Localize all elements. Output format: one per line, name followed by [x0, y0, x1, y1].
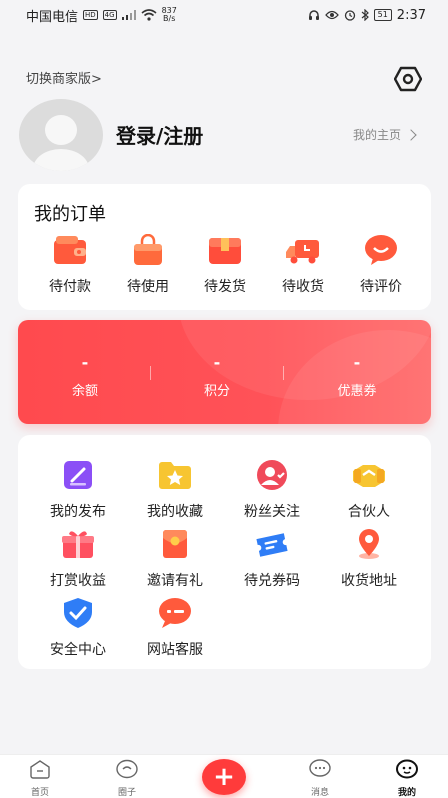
tools-card: 我的发布 我的收藏 粉丝关注 合伙人 打赏收益 邀请有礼 待兑券码 收货地址 安… — [18, 435, 431, 669]
circle-icon — [116, 759, 138, 779]
tab-label: 圈子 — [117, 788, 136, 798]
signal-icon — [121, 10, 136, 20]
shopping-bag-icon — [134, 233, 162, 265]
shield-check-icon — [64, 598, 92, 628]
avatar-body-shape — [33, 149, 89, 171]
wallet-icon — [54, 236, 86, 264]
balance-stat[interactable]: - 余额 — [30, 353, 140, 400]
partner-item[interactable]: 合伙人 — [329, 459, 409, 521]
balance-value: - — [81, 353, 89, 372]
status-time: 2:37 — [396, 7, 426, 23]
tab-label: 我的 — [397, 788, 416, 798]
headset-icon — [308, 10, 319, 20]
order-to-review[interactable]: 待评价 — [349, 234, 413, 296]
points-label: 积分 — [203, 384, 230, 399]
speed-unit: B/s — [163, 14, 176, 23]
tool-label: 收货地址 — [341, 573, 397, 589]
tab-label: 首页 — [30, 788, 49, 798]
tool-label: 合伙人 — [348, 504, 390, 520]
package-box-icon — [209, 238, 241, 264]
coupons-label: 优惠券 — [337, 384, 377, 399]
tool-label: 邀请有礼 — [147, 573, 203, 589]
tool-label: 我的发布 — [50, 504, 106, 520]
order-pending-payment[interactable]: 待付款 — [38, 234, 102, 296]
points-stat[interactable]: - 积分 — [162, 353, 272, 400]
tool-label: 安全中心 — [50, 642, 106, 658]
red-envelope-icon — [163, 530, 187, 558]
order-label: 待收货 — [282, 279, 324, 295]
wifi-icon — [141, 9, 157, 21]
location-pin-icon — [359, 529, 379, 559]
switch-merchant-link[interactable]: 切换商家版> — [26, 68, 102, 87]
my-favorites-item[interactable]: 我的收藏 — [135, 459, 215, 521]
order-to-receive[interactable]: 待收货 — [271, 234, 335, 296]
carrier-name: 中国电信 — [26, 9, 79, 25]
status-bar: 中国电信 HD 4G 837 B/s 51 2:37 — [0, 0, 448, 30]
fans-user-icon — [257, 460, 287, 490]
tab-home[interactable]: 首页 — [10, 759, 70, 798]
invite-reward-item[interactable]: 邀请有礼 — [135, 528, 215, 590]
security-center-item[interactable]: 安全中心 — [38, 597, 118, 659]
alarm-icon — [344, 10, 355, 21]
points-value: - — [213, 353, 221, 372]
battery-level: 51 — [373, 9, 392, 21]
orders-title: 我的订单 — [34, 204, 106, 225]
tool-label: 粉丝关注 — [244, 504, 300, 520]
orders-card: 我的订单 待付款 待使用 待发货 待收货 待评价 — [18, 184, 431, 310]
comment-bubble-icon — [365, 235, 397, 265]
customer-service-icon — [159, 598, 191, 628]
eye-icon — [324, 10, 339, 20]
network-tag: 4G — [102, 10, 117, 20]
hd-tag: HD — [83, 10, 98, 20]
fans-follow-item[interactable]: 粉丝关注 — [232, 459, 312, 521]
chevron-right-icon — [405, 128, 417, 141]
login-register-button[interactable]: 登录/注册 — [116, 120, 203, 149]
coupons-stat[interactable]: - 优惠券 — [302, 353, 412, 400]
balance-label: 余额 — [71, 384, 98, 399]
edit-post-icon — [64, 461, 92, 489]
my-homepage-link[interactable]: 我的主页 — [353, 126, 417, 143]
tab-mine[interactable]: 我的 — [377, 759, 437, 798]
order-to-ship[interactable]: 待发货 — [193, 234, 257, 296]
star-folder-icon — [159, 462, 191, 489]
shipping-address-item[interactable]: 收货地址 — [329, 528, 409, 590]
my-homepage-label: 我的主页 — [353, 128, 402, 142]
tab-messages[interactable]: 消息 — [290, 759, 350, 798]
coupons-value: - — [353, 353, 361, 372]
bluetooth-icon — [361, 9, 369, 21]
my-posts-item[interactable]: 我的发布 — [38, 459, 118, 521]
message-icon — [309, 759, 331, 777]
tool-label: 我的收藏 — [147, 504, 203, 520]
order-label: 待付款 — [49, 279, 91, 295]
tool-label: 待兑券码 — [244, 573, 300, 589]
order-label: 待使用 — [127, 279, 169, 295]
tip-earnings-item[interactable]: 打赏收益 — [38, 528, 118, 590]
network-speed: 837 B/s — [162, 7, 177, 23]
order-label: 待发货 — [204, 279, 246, 295]
ticket-icon — [256, 533, 288, 557]
profile-icon — [396, 759, 418, 779]
avatar[interactable] — [19, 99, 103, 171]
tab-label: 消息 — [310, 788, 329, 798]
tab-circle[interactable]: 圈子 — [97, 759, 157, 798]
delivery-truck-icon — [286, 240, 319, 264]
pending-coupon-code-item[interactable]: 待兑券码 — [232, 528, 312, 590]
balance-divider — [150, 366, 151, 380]
publish-button[interactable]: + — [202, 759, 246, 795]
order-label: 待评价 — [360, 279, 402, 295]
tool-label: 打赏收益 — [50, 573, 106, 589]
avatar-head-shape — [45, 115, 77, 145]
customer-service-item[interactable]: 网站客服 — [135, 597, 215, 659]
status-bar-right: 51 2:37 — [308, 8, 426, 23]
balance-divider — [283, 366, 284, 380]
settings-icon[interactable] — [394, 66, 422, 92]
tool-label: 网站客服 — [147, 642, 203, 658]
order-to-use[interactable]: 待使用 — [116, 233, 180, 296]
status-bar-left: 中国电信 HD 4G 837 B/s — [26, 6, 177, 25]
handshake-icon — [353, 465, 385, 487]
balance-card: - 余额 - 积分 - 优惠券 — [18, 320, 431, 424]
home-icon — [30, 760, 50, 779]
gift-icon — [62, 531, 94, 558]
